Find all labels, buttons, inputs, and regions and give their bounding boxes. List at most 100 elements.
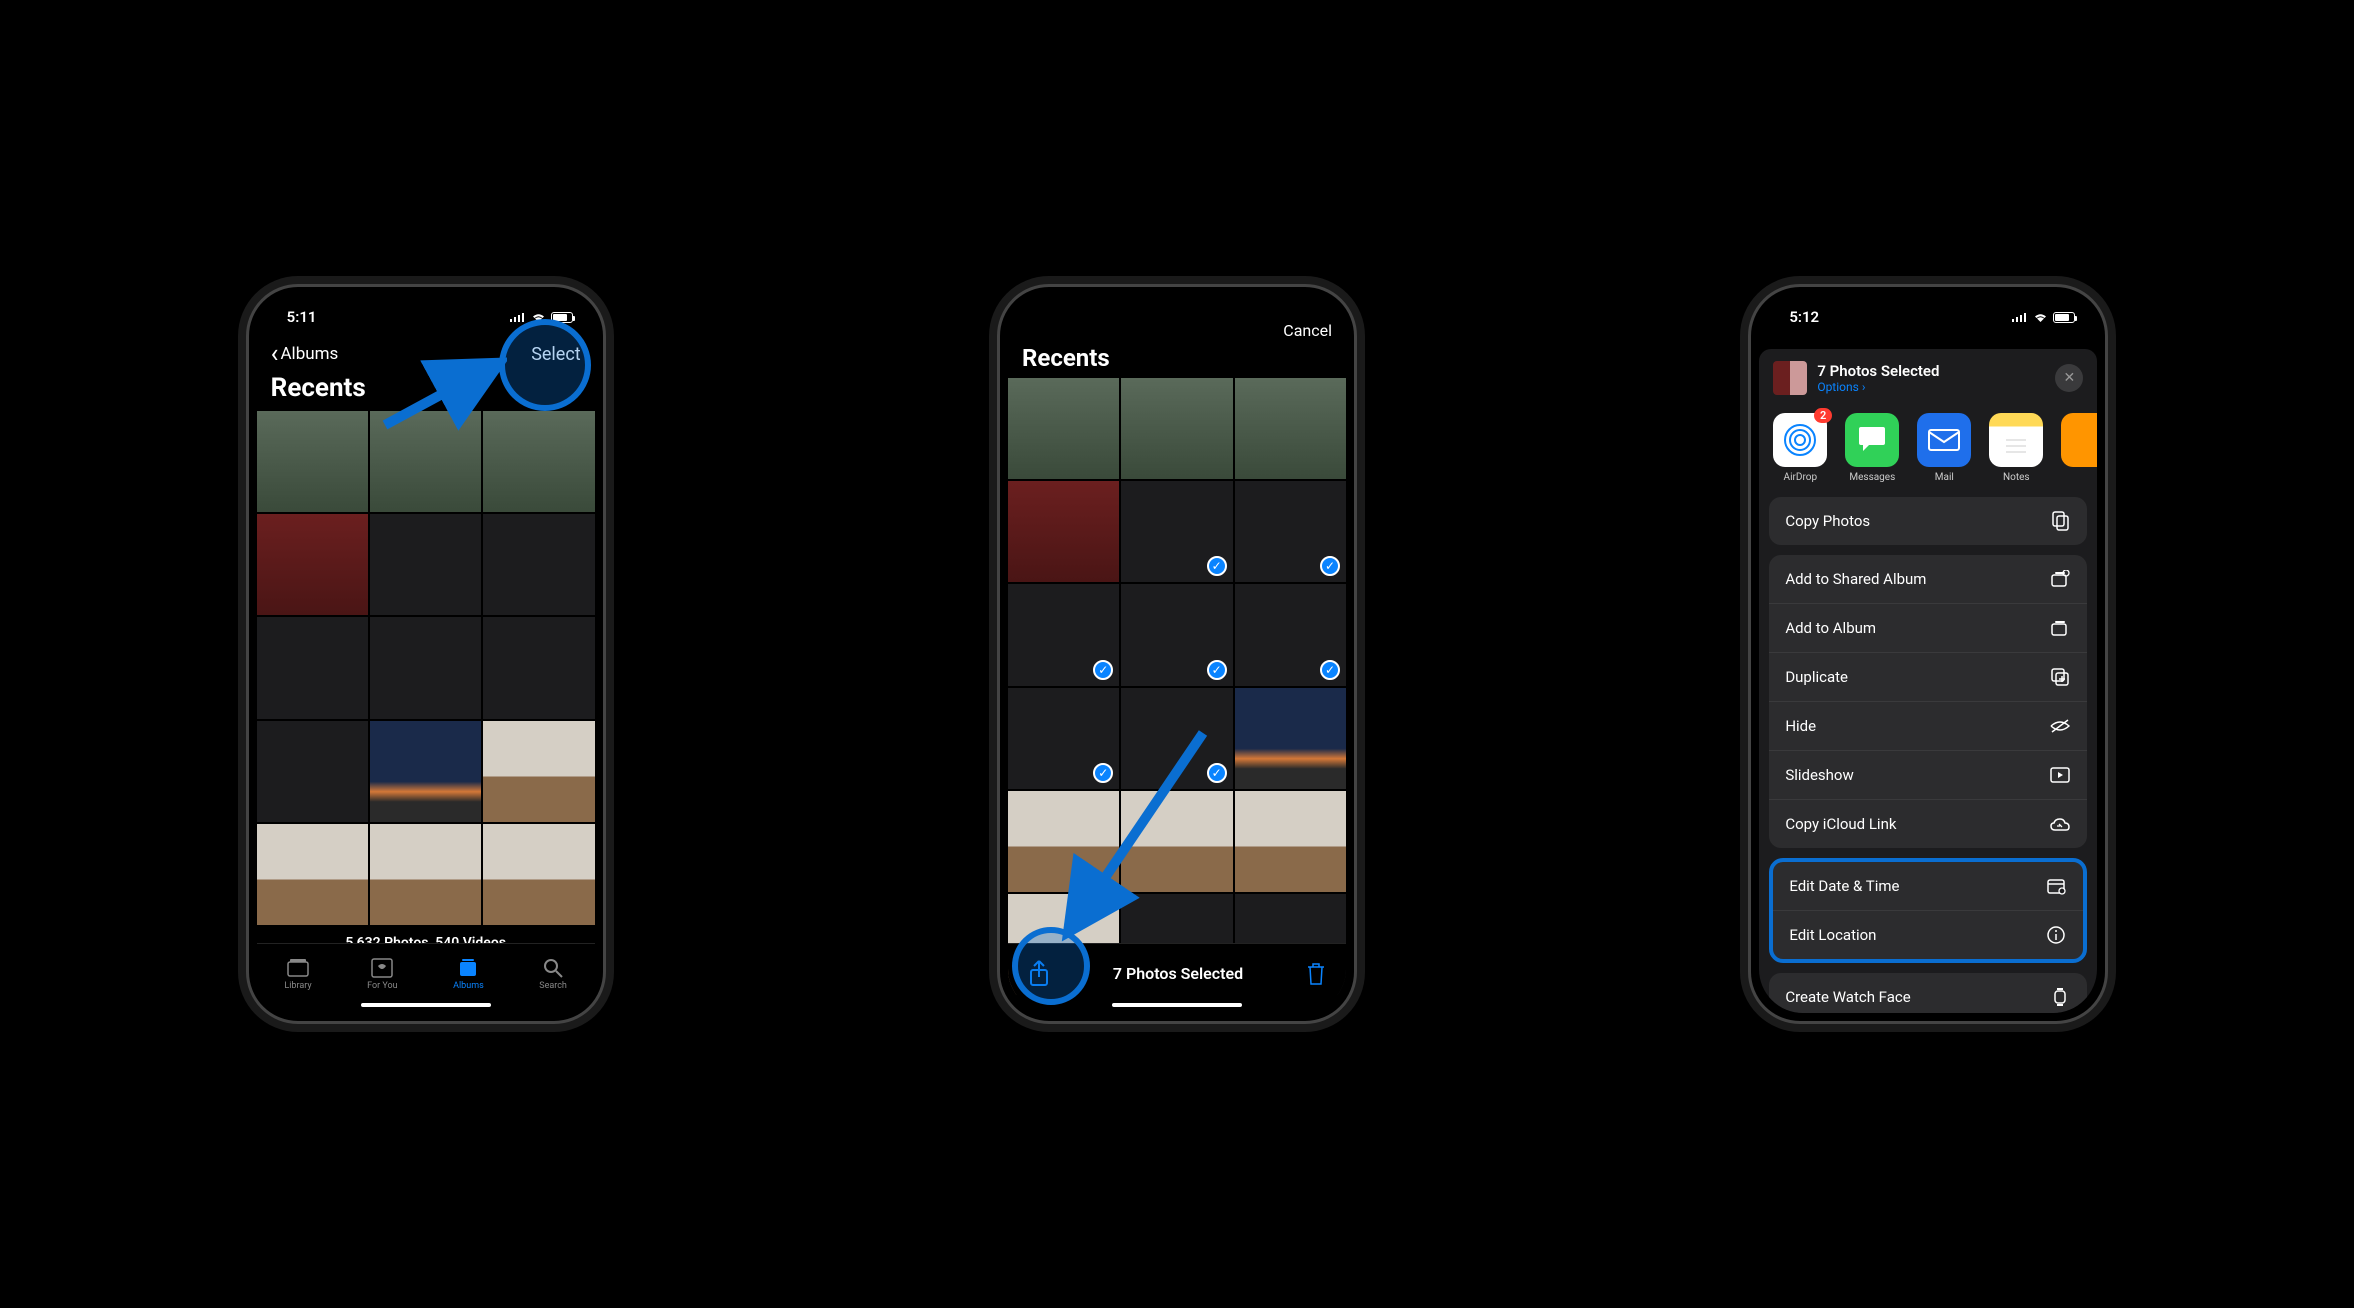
action-duplicate[interactable]: Duplicate (1769, 653, 2087, 702)
share-icon (1028, 960, 1050, 988)
photo-thumb[interactable] (1235, 791, 1346, 892)
phone-3: 5:12 7 Photos Selected Options› ✕ (1748, 284, 2108, 1024)
check-icon: ✓ (1320, 556, 1340, 576)
photo-thumb[interactable] (370, 514, 481, 615)
photo-thumb[interactable] (257, 514, 368, 615)
action-slideshow[interactable]: Slideshow (1769, 751, 2087, 800)
photo-thumb[interactable] (370, 824, 481, 925)
photo-thumb[interactable] (1235, 688, 1346, 789)
photo-thumb[interactable] (257, 617, 368, 718)
check-icon: ✓ (1207, 763, 1227, 783)
airdrop-badge: 2 (1814, 408, 1832, 423)
photo-thumb[interactable]: ✓ (1235, 481, 1346, 582)
photo-thumb[interactable]: ✓ (1121, 481, 1232, 582)
photo-thumb[interactable]: ✓ (1235, 584, 1346, 685)
share-app-notes[interactable]: Notes (1989, 413, 2043, 483)
close-button[interactable]: ✕ (2055, 364, 2083, 392)
photo-thumb[interactable]: ✓ (1008, 688, 1119, 789)
share-app-more[interactable] (2061, 413, 2097, 483)
trash-icon (1306, 962, 1326, 986)
photo-thumb[interactable] (483, 721, 594, 822)
action-edit-location[interactable]: Edit Location (1773, 911, 2083, 959)
icloud-icon (2049, 813, 2071, 835)
check-icon: ✓ (1093, 660, 1113, 680)
album-icon (2049, 617, 2071, 639)
photo-thumb[interactable] (483, 411, 594, 512)
app-icon (2061, 413, 2097, 467)
signal-icon (2012, 312, 2028, 322)
check-icon: ✓ (1093, 763, 1113, 783)
photo-thumb[interactable]: ✓ (1008, 584, 1119, 685)
search-icon (541, 957, 565, 979)
photo-thumb[interactable] (1008, 481, 1119, 582)
photo-thumb[interactable] (370, 721, 481, 822)
tab-library[interactable]: Library (284, 957, 311, 991)
signal-icon (510, 312, 526, 322)
cancel-button[interactable]: Cancel (1283, 321, 1332, 340)
check-icon: ✓ (1320, 660, 1340, 680)
photo-thumb[interactable] (370, 617, 481, 718)
share-button[interactable] (1028, 960, 1050, 988)
tab-albums[interactable]: Albums (453, 957, 484, 991)
album-title: Recents (257, 369, 595, 411)
phone-2: Cancel Recents ✓ ✓ ✓ ✓ ✓ ✓ ✓ (997, 284, 1357, 1024)
wifi-icon (531, 312, 546, 323)
notch (1853, 287, 2003, 313)
watch-icon (2049, 986, 2071, 1008)
photo-thumb[interactable] (257, 411, 368, 512)
photo-thumb[interactable] (257, 721, 368, 822)
select-button[interactable]: Select (531, 344, 580, 365)
wifi-icon (2033, 312, 2048, 323)
phone-1: 5:11 Albums Select Recents (246, 284, 606, 1024)
photo-thumb[interactable]: ✓ (1121, 584, 1232, 685)
share-apps-row: 2 AirDrop Messages Mail (1759, 407, 2097, 497)
calendar-icon (2045, 875, 2067, 897)
status-icons (510, 312, 573, 323)
action-add-shared-album[interactable]: Add to Shared Album (1769, 555, 2087, 604)
back-button[interactable]: Albums (271, 341, 339, 367)
share-app-messages[interactable]: Messages (1845, 413, 1899, 483)
photo-thumb[interactable]: ✓ (1121, 688, 1232, 789)
photo-thumb[interactable] (483, 617, 594, 718)
sheet-thumbnail (1773, 361, 1807, 395)
chevron-right-icon: › (1862, 380, 1866, 394)
shared-album-icon (2049, 568, 2071, 590)
home-indicator[interactable] (1112, 1003, 1242, 1007)
photo-thumb[interactable] (257, 824, 368, 925)
photo-thumb[interactable] (1235, 378, 1346, 479)
action-edit-date[interactable]: Edit Date & Time (1773, 862, 2083, 911)
photo-thumb[interactable] (1008, 791, 1119, 892)
action-watch-face[interactable]: Create Watch Face (1769, 973, 2087, 1013)
messages-icon (1845, 413, 1899, 467)
tab-foryou[interactable]: For You (367, 957, 398, 991)
action-icloud-link[interactable]: Copy iCloud Link (1769, 800, 2087, 848)
back-label: Albums (280, 344, 338, 364)
action-hide[interactable]: Hide (1769, 702, 2087, 751)
photo-thumb[interactable] (483, 824, 594, 925)
sheet-options-link[interactable]: Options› (1817, 380, 2045, 394)
photo-thumb[interactable] (483, 514, 594, 615)
duplicate-icon (2049, 666, 2071, 688)
home-indicator[interactable] (361, 1003, 491, 1007)
photo-thumb[interactable] (1121, 791, 1232, 892)
share-app-airdrop[interactable]: 2 AirDrop (1773, 413, 1827, 483)
tab-search[interactable]: Search (539, 957, 567, 991)
tutorial-highlight-box: Edit Date & Time Edit Location (1769, 858, 2087, 963)
photo-thumb[interactable] (370, 411, 481, 512)
airdrop-icon: 2 (1773, 413, 1827, 467)
notch (1102, 287, 1252, 313)
check-icon: ✓ (1207, 660, 1227, 680)
photo-thumb[interactable] (1121, 378, 1232, 479)
sheet-header: 7 Photos Selected Options› ✕ (1759, 349, 2097, 407)
battery-icon (2053, 312, 2075, 323)
chevron-left-icon (271, 341, 279, 367)
foryou-icon (370, 957, 394, 979)
action-add-album[interactable]: Add to Album (1769, 604, 2087, 653)
share-sheet: 7 Photos Selected Options› ✕ 2 AirDrop (1759, 349, 2097, 1013)
tab-bar: Library For You Albums Search (257, 943, 595, 1003)
share-app-mail[interactable]: Mail (1917, 413, 1971, 483)
trash-button[interactable] (1306, 962, 1326, 986)
time: 5:12 (1789, 308, 1819, 326)
photo-thumb[interactable] (1008, 378, 1119, 479)
action-copy-photos[interactable]: Copy Photos (1769, 497, 2087, 545)
